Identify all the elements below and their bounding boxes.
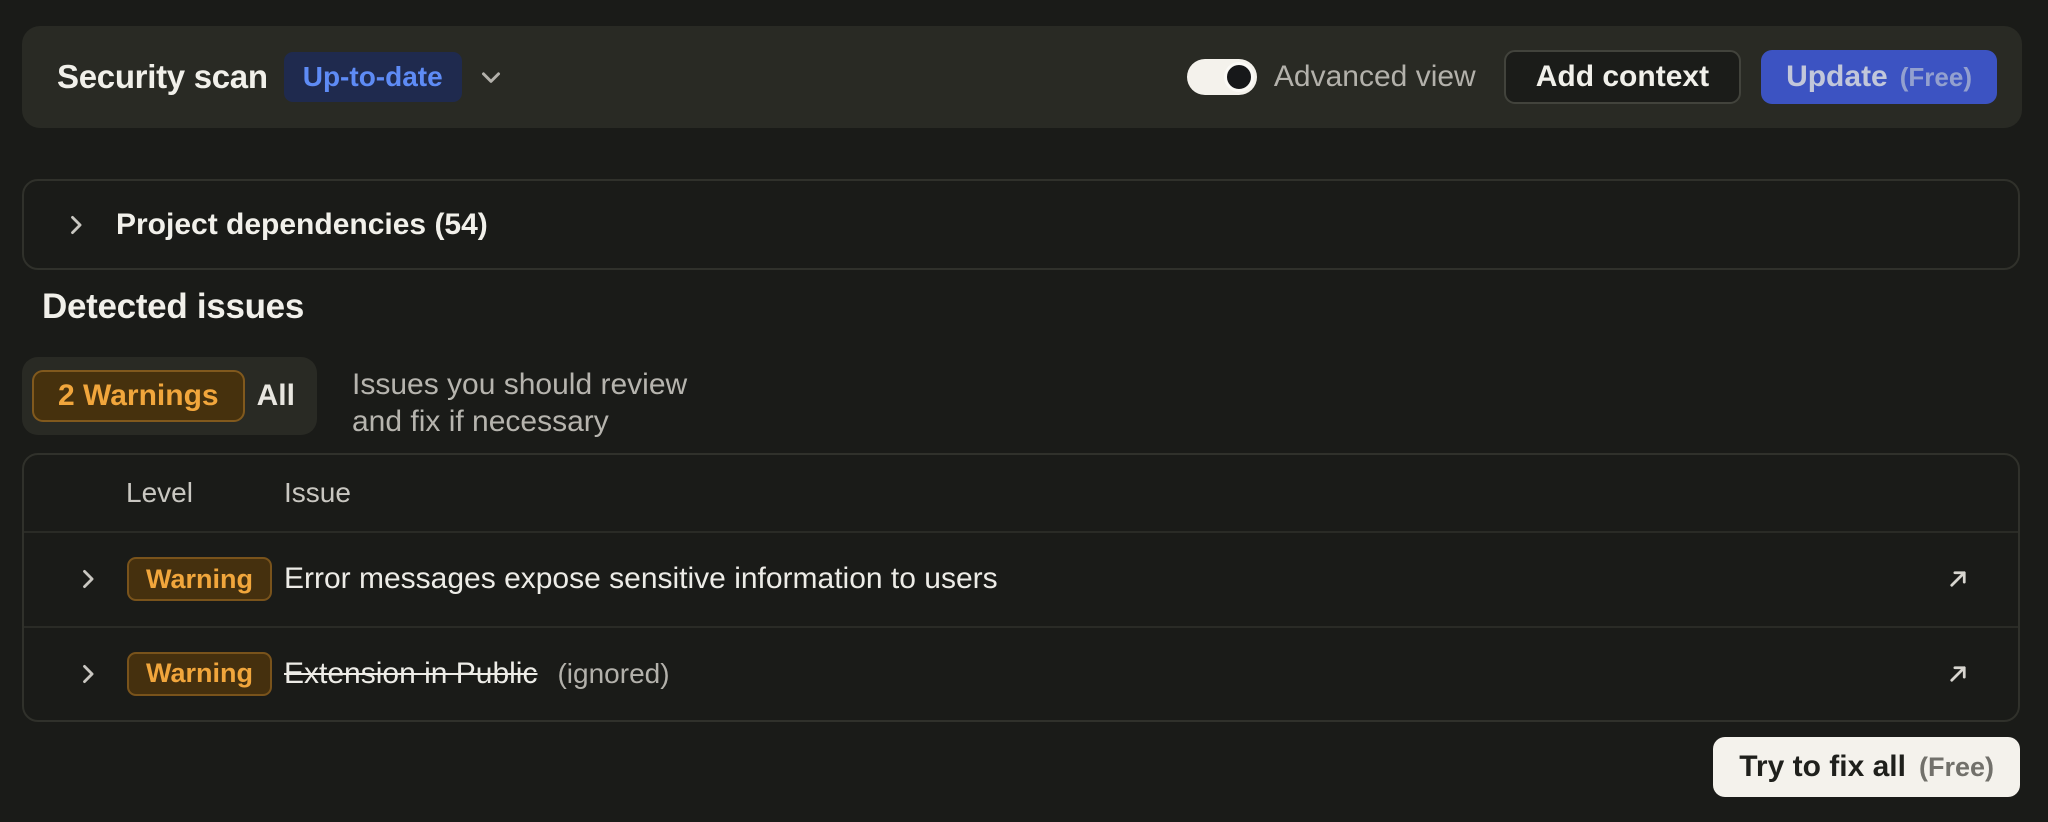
filter-all-tab[interactable]: All	[245, 379, 307, 413]
chevron-down-icon[interactable]	[476, 62, 506, 92]
try-to-fix-all-button[interactable]: Try to fix all (Free)	[1713, 737, 2020, 797]
issue-text: Error messages expose sensitive informat…	[284, 562, 998, 596]
issue-text: Extension in Public	[284, 657, 537, 691]
fix-all-plan-tag: (Free)	[1919, 752, 1994, 783]
update-button-label: Update	[1786, 60, 1888, 94]
fix-all-label: Try to fix all	[1739, 750, 1906, 784]
open-issue-icon[interactable]	[1943, 659, 1973, 689]
issues-description-line2: and fix if necessary	[352, 403, 687, 440]
update-button[interactable]: Update (Free)	[1761, 50, 1997, 104]
filter-warnings-tab[interactable]: 2 Warnings	[32, 370, 245, 422]
security-scan-header: Security scan Up-to-date Advanced view A…	[22, 26, 2022, 128]
chevron-right-icon[interactable]	[74, 660, 104, 688]
advanced-view-toggle[interactable]	[1187, 59, 1257, 95]
warning-badge: Warning	[127, 557, 272, 601]
issues-description-line1: Issues you should review	[352, 366, 687, 403]
column-header-level: Level	[126, 477, 284, 509]
detected-issues-heading: Detected issues	[42, 287, 304, 327]
page-title: Security scan	[57, 58, 268, 96]
table-row[interactable]: Warning Extension in Public (ignored)	[24, 626, 2018, 721]
warning-badge: Warning	[127, 652, 272, 696]
issues-table: Level Issue Warning Error messages expos…	[22, 453, 2020, 722]
project-dependencies-row[interactable]: Project dependencies (54)	[22, 179, 2020, 270]
level-cell: Warning	[127, 557, 284, 601]
ignored-tag: (ignored)	[557, 658, 669, 690]
project-dependencies-label: Project dependencies (54)	[116, 208, 488, 242]
header-actions: Advanced view Add context Update (Free)	[1187, 50, 1997, 104]
status-badge: Up-to-date	[284, 52, 462, 102]
add-context-button[interactable]: Add context	[1504, 50, 1741, 104]
toggle-knob	[1224, 62, 1254, 92]
issues-description: Issues you should review and fix if nece…	[352, 366, 687, 440]
update-plan-tag: (Free)	[1900, 62, 1972, 93]
advanced-view-label: Advanced view	[1274, 60, 1476, 94]
level-cell: Warning	[127, 652, 284, 696]
chevron-right-icon[interactable]	[62, 211, 90, 239]
open-issue-icon[interactable]	[1943, 564, 1973, 594]
issues-table-header: Level Issue	[24, 455, 2018, 533]
chevron-right-icon[interactable]	[74, 565, 104, 593]
column-header-issue: Issue	[284, 477, 351, 509]
issue-filter-segmented-control: 2 Warnings All	[22, 357, 317, 435]
table-row[interactable]: Warning Error messages expose sensitive …	[24, 533, 2018, 626]
